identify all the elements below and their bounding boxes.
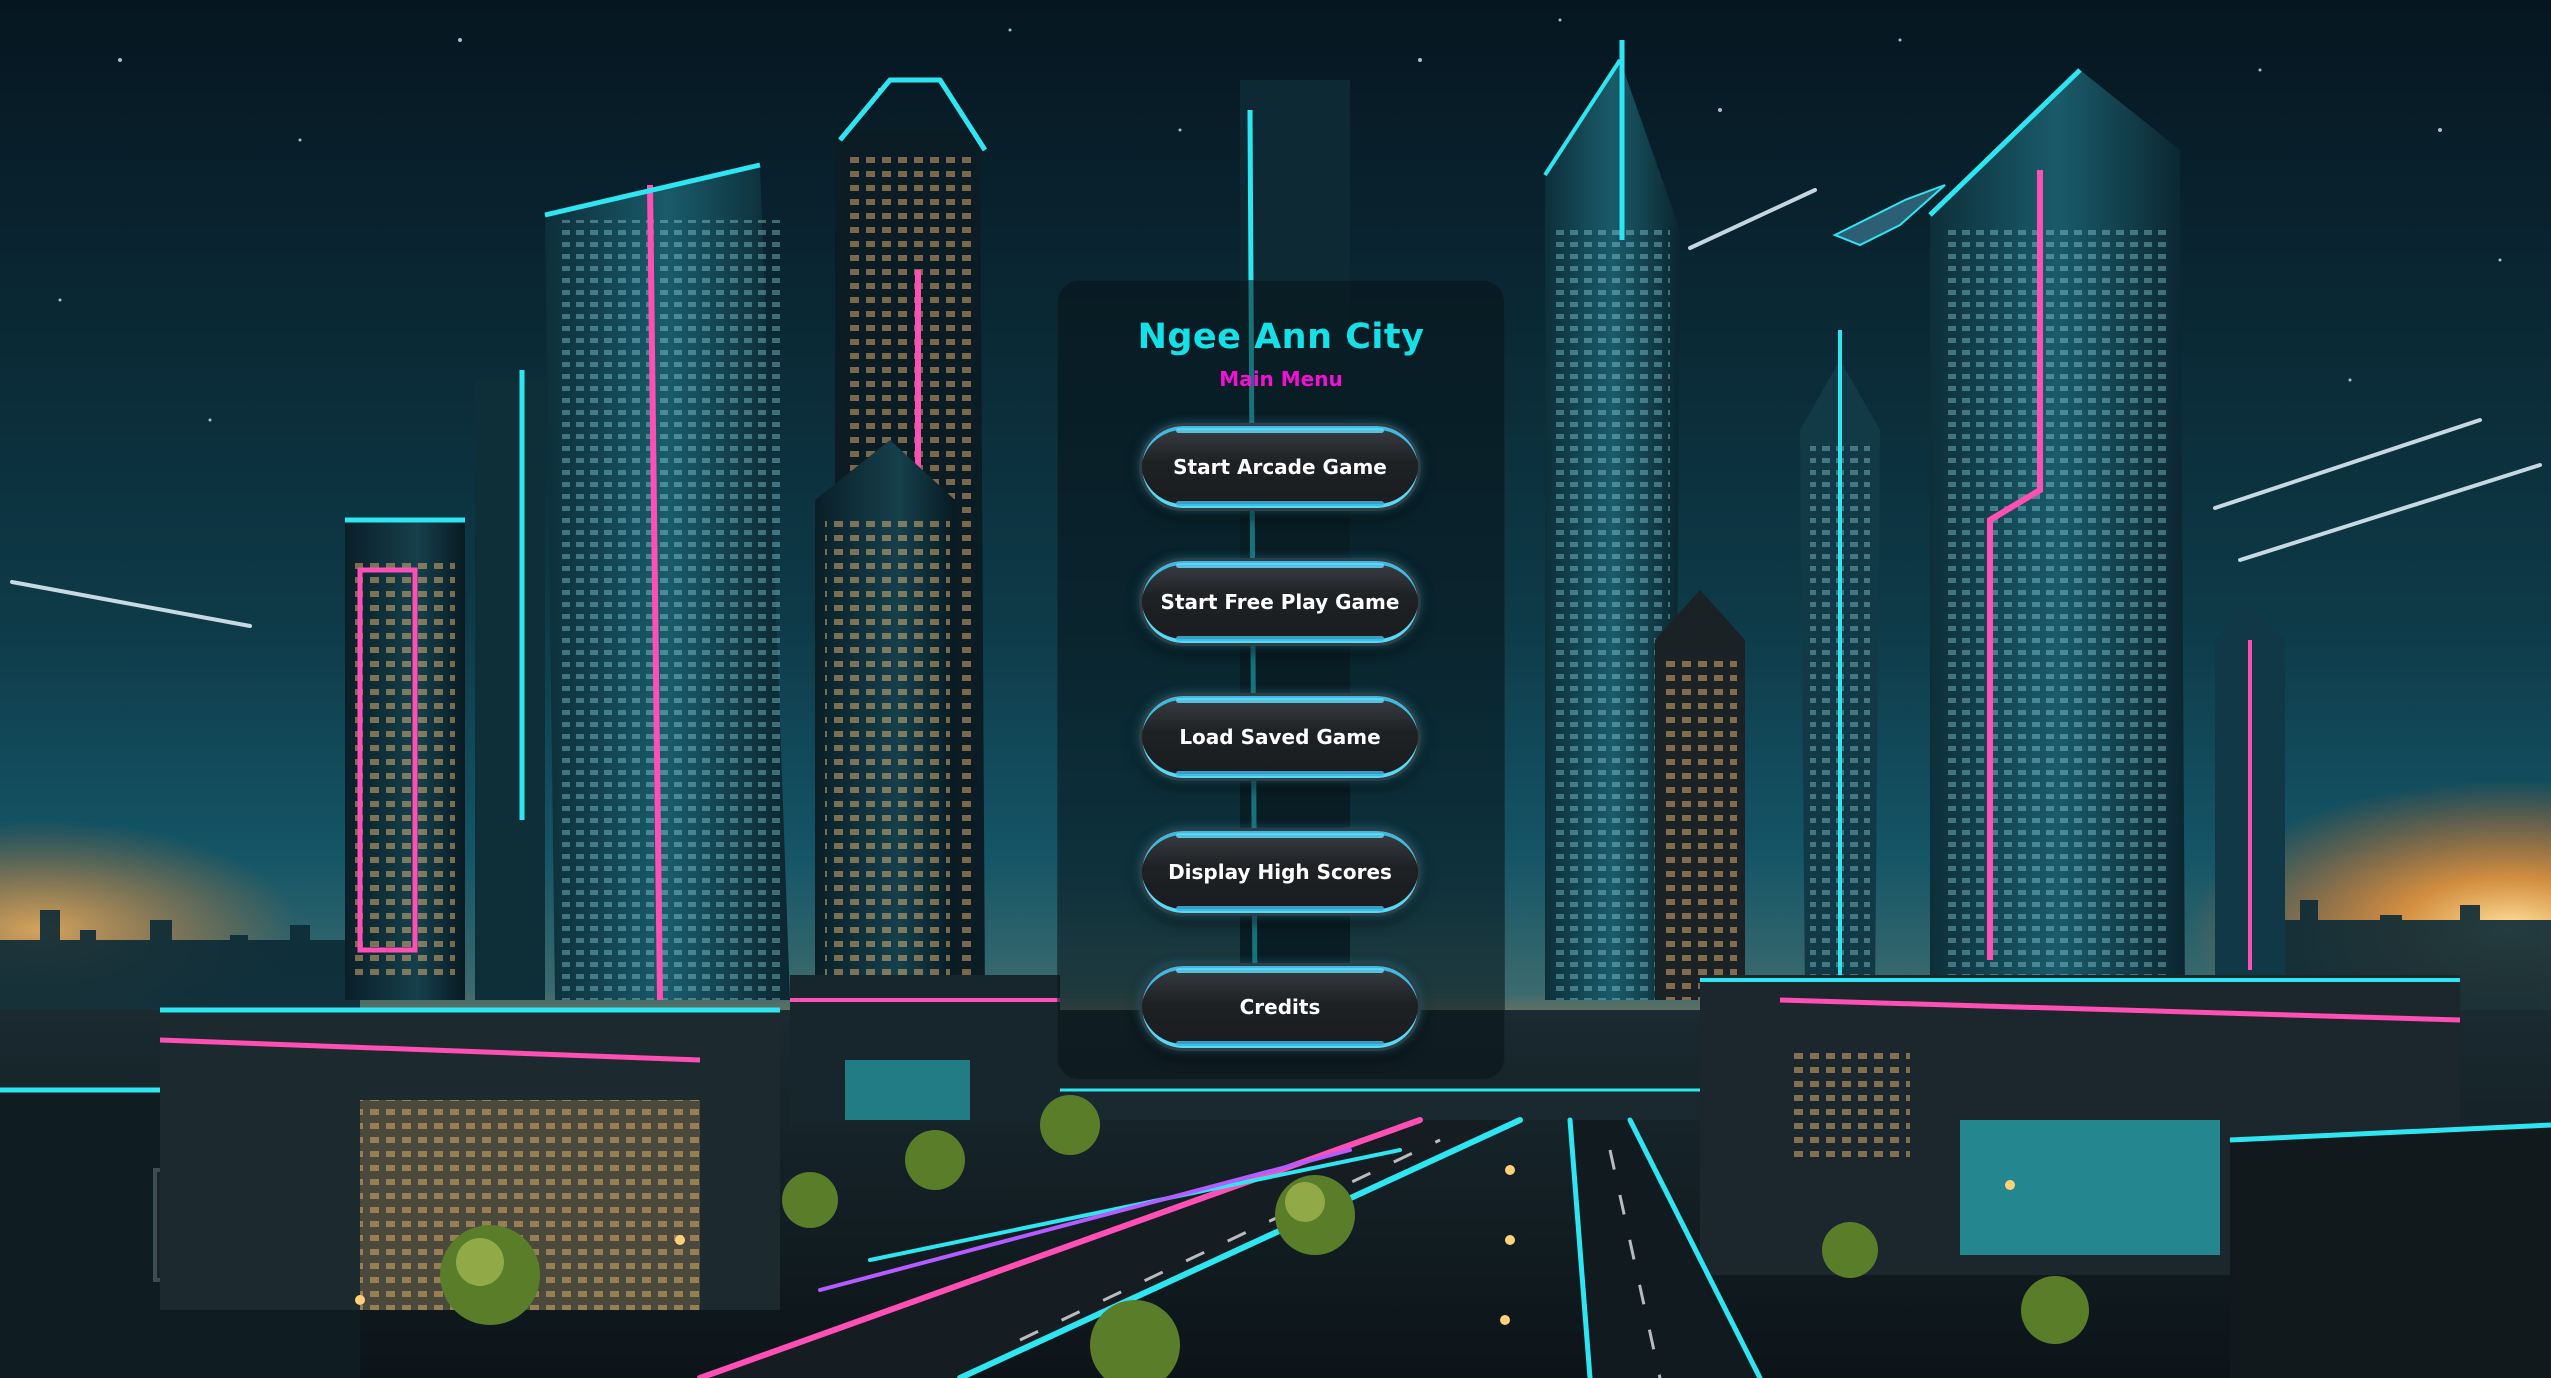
credits-button[interactable]: Credits — [1139, 963, 1421, 1051]
menu-button-list: Start Arcade Game Start Free Play Game L… — [1057, 423, 1505, 1098]
menu-item: Display High Scores — [1057, 828, 1505, 963]
load-saved-game-button[interactable]: Load Saved Game — [1139, 693, 1421, 781]
menu-item: Load Saved Game — [1057, 693, 1505, 828]
menu-item: Start Arcade Game — [1057, 423, 1505, 558]
menu-item: Credits — [1057, 963, 1505, 1098]
menu-subtitle: Main Menu — [1219, 367, 1343, 391]
main-menu-panel: Ngee Ann City Main Menu Start Arcade Gam… — [1057, 280, 1505, 1080]
game-title: Ngee Ann City — [1137, 317, 1425, 357]
start-arcade-game-button[interactable]: Start Arcade Game — [1139, 423, 1421, 511]
menu-item: Start Free Play Game — [1057, 558, 1505, 693]
start-free-play-game-button[interactable]: Start Free Play Game — [1139, 558, 1421, 646]
display-high-scores-button[interactable]: Display High Scores — [1139, 828, 1421, 916]
